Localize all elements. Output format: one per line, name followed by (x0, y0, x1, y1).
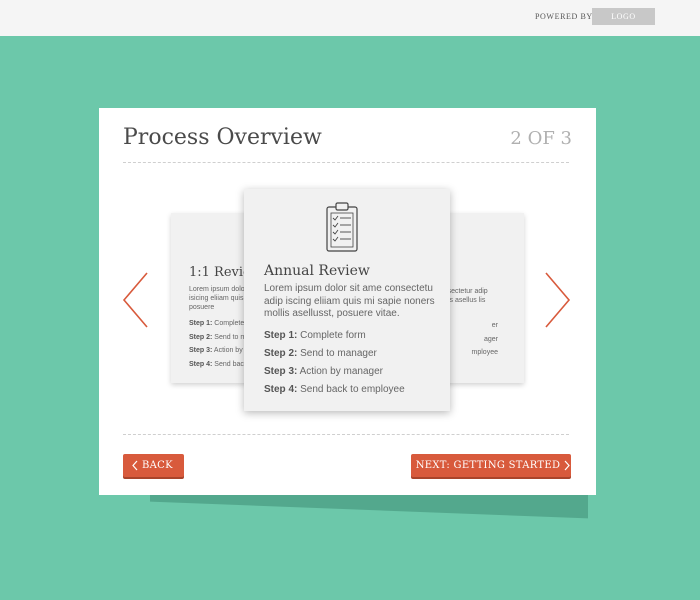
slide-step: Step 2: Send to manager (264, 345, 444, 363)
step-text: Complete (214, 320, 245, 327)
next-button-label: NEXT: GETTING STARTED (415, 460, 561, 471)
back-button[interactable]: BACK (123, 454, 184, 477)
slide-title: Annual Review (264, 263, 370, 279)
step-label: Step 2: (264, 347, 298, 359)
step-text: Send back to employee (300, 383, 405, 395)
step-text: Send to manager (300, 347, 377, 359)
step-label: Step 3: (264, 365, 298, 377)
logo[interactable]: LOGO (592, 8, 655, 25)
chevron-left-icon (132, 460, 138, 471)
step-text: Send to m (214, 333, 247, 341)
chevron-right-icon (545, 272, 571, 328)
step-text: ager (483, 335, 498, 343)
slide-step: Step 1: Complete form (264, 327, 444, 345)
slide-step: Step 4: Send back to employee (264, 381, 444, 399)
top-bar: POWERED BY LOGO (0, 0, 700, 36)
slide-active[interactable]: Annual Review Lorem ipsum dolor sit ame … (244, 189, 450, 411)
step-label: Step 3: (189, 347, 213, 354)
next-slide-button[interactable] (542, 270, 572, 330)
step-label: Step 1: (264, 329, 298, 341)
step-text: Action by (213, 347, 243, 354)
step-label: Step 1: (189, 320, 213, 327)
step-label: Step 2: (189, 333, 213, 341)
chevron-left-icon (122, 272, 148, 328)
step-text: Action by manager (299, 365, 383, 377)
previous-slide-button[interactable] (121, 270, 151, 330)
powered-by-label: POWERED BY (535, 12, 593, 21)
next-getting-started-button[interactable]: NEXT: GETTING STARTED (411, 454, 571, 477)
step-text: Complete form (300, 329, 366, 341)
page-title: Process Overview (123, 125, 322, 150)
process-card: Process Overview 2 OF 3 1:1 Revie Lorem … (99, 108, 596, 495)
step-label: Step 4: (189, 360, 213, 368)
back-button-label: BACK (142, 460, 173, 471)
slide-counter: 2 OF 3 (510, 128, 572, 149)
step-label: Step 4: (264, 383, 298, 395)
step-text: er (491, 322, 498, 329)
chevron-right-icon (564, 460, 571, 471)
bottom-divider (123, 434, 569, 435)
slide-step: Step 3: Action by manager (264, 363, 444, 381)
slide-body: Lorem ipsum dolor sit ame consectetu adi… (264, 283, 435, 319)
clipboard-icon (326, 202, 358, 252)
step-text: mployee (471, 349, 498, 356)
step-text: Send back (214, 360, 248, 368)
top-divider (123, 162, 569, 163)
